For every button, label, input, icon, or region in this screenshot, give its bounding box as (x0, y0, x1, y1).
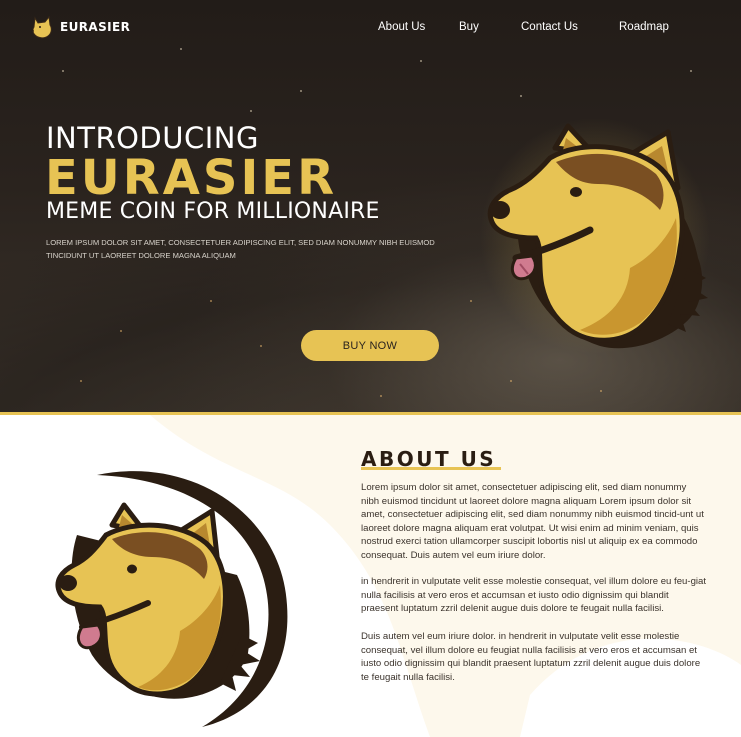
star-decoration (300, 90, 302, 92)
nav-link-about-us[interactable]: About Us (378, 21, 425, 33)
star-decoration (520, 95, 522, 97)
about-paragraph: Duis autem vel eum iriure dolor. in hend… (361, 631, 701, 683)
buy-now-button[interactable]: BUY NOW (301, 330, 439, 361)
star-decoration (62, 70, 64, 72)
nav-link-buy[interactable]: Buy (459, 21, 479, 33)
city-light (80, 380, 82, 382)
city-light (380, 395, 382, 397)
nav-link-roadmap[interactable]: Roadmap (619, 21, 669, 33)
main-nav: About Us Buy Contact Us Roadmap (0, 21, 741, 37)
city-light (470, 300, 472, 302)
hero-description: Lorem ipsum dolor sit amet, consectetuer… (46, 238, 435, 260)
about-title-underline (361, 467, 501, 470)
dog-mascot-about-illustration (55, 471, 288, 727)
city-light (260, 345, 262, 347)
star-decoration (250, 110, 252, 112)
city-light (210, 300, 212, 302)
hero-subhead: MEME COIN FOR MILLIONAIRE (46, 199, 380, 224)
city-light (600, 390, 602, 392)
city-light (510, 380, 512, 382)
hero-section: EURASIER About Us Buy Contact Us Roadmap… (0, 0, 741, 414)
dog-mascot-illustration (480, 118, 710, 354)
hero-headline: EURASIER (45, 150, 338, 206)
star-decoration (690, 70, 692, 72)
about-section: ABOUT US Lorem ipsum dolor sit amet, con… (0, 415, 741, 737)
about-paragraph: in hendrerit in vulputate velit esse mol… (361, 576, 707, 615)
about-paragraph: Lorem ipsum dolor sit amet, consectetuer… (361, 482, 704, 561)
city-light (120, 330, 122, 332)
star-decoration (420, 60, 422, 62)
nav-link-contact-us[interactable]: Contact Us (521, 21, 578, 33)
star-decoration (180, 48, 182, 50)
